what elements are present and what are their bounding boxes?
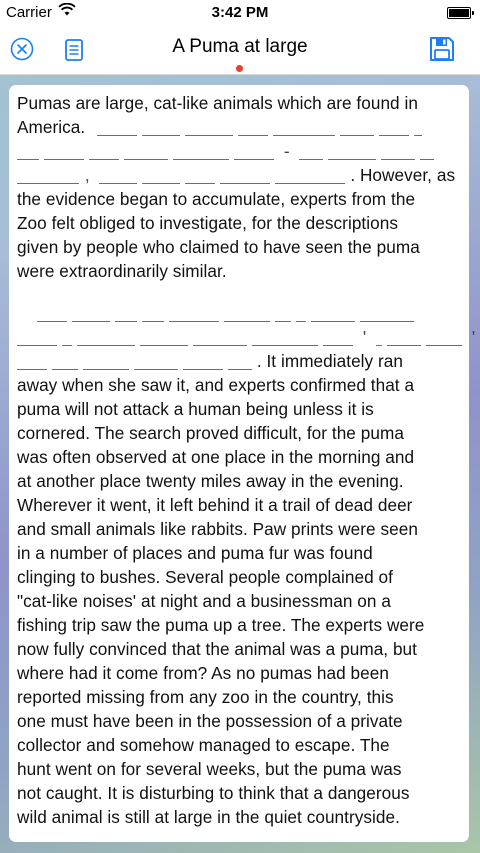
punctuation: , (84, 165, 90, 185)
fill-in-blank-group[interactable] (99, 163, 346, 187)
text-line: fishing trip saw the puma up a tree. The… (17, 615, 425, 635)
text-line: given by people who claimed to have seen… (17, 237, 420, 257)
fill-in-blank-group[interactable] (376, 325, 467, 349)
fill-in-blank-group[interactable] (17, 139, 279, 163)
save-button[interactable] (428, 35, 456, 63)
text-line: reported missing from any zoo in the cou… (17, 687, 394, 707)
line-text: . It immediately ran (256, 351, 404, 371)
fill-in-blank-group[interactable] (17, 349, 252, 373)
text-line: clinging to bushes. Several people compl… (17, 567, 393, 587)
punctuation: ' (362, 327, 367, 347)
text-line: were extraordinarily similar. (17, 261, 227, 281)
text-line: America. (17, 115, 469, 139)
text-line: the evidence began to accumulate, expert… (17, 189, 416, 209)
text-line: hunt went on for several weeks, but the … (17, 759, 402, 779)
passage-text: Pumas are large, cat-like animals which … (17, 91, 475, 829)
punctuation: - (283, 141, 290, 161)
line-text: America. (17, 117, 86, 137)
text-line: away when she saw it, and experts confir… (17, 375, 415, 395)
floppy-disk-save-icon (430, 37, 454, 61)
battery-icon (447, 7, 474, 19)
text-line: wild animal is still at large in the qui… (17, 807, 400, 827)
passage-card: Pumas are large, cat-like animals which … (9, 85, 475, 842)
text-line: was often observed at one place in the m… (17, 447, 415, 467)
text-line: and small animals like rabbits. Paw prin… (17, 519, 418, 539)
text-line: not caught. It is disturbing to think th… (17, 783, 410, 803)
status-bar: Carrier 3:42 PM (0, 0, 480, 26)
fill-in-blank-group[interactable] (90, 115, 427, 139)
text-line: at another place twenty miles away in th… (17, 471, 404, 491)
text-line: Pumas are large, cat-like animals which … (17, 93, 418, 113)
text-line: Wherever it went, it left behind it a tr… (17, 495, 413, 515)
fill-in-blank-group[interactable] (299, 139, 439, 163)
fill-in-blank-group[interactable] (17, 301, 419, 325)
fill-in-blank-group[interactable] (17, 325, 358, 349)
line-text: . However, as (350, 165, 456, 185)
text-line: , . However, as (17, 163, 469, 187)
text-line: collector and somehow managed to escape.… (17, 735, 390, 755)
text-line: where had it come from? As no pumas had … (17, 663, 389, 683)
text-line: one must have been in the possession of … (17, 711, 403, 731)
clock: 3:42 PM (211, 4, 269, 21)
fill-in-blank-group[interactable] (17, 163, 80, 187)
text-line: "cat-like noises' at night and a busines… (17, 591, 391, 611)
navigation-bar: A Puma at large (0, 26, 480, 75)
text-line: now fully convinced that the animal was … (17, 639, 417, 659)
text-line: . It immediately ran (17, 349, 469, 373)
text-line: cornered. The search proved difficult, f… (17, 423, 404, 443)
page-indicator-dot (236, 65, 243, 72)
text-line (17, 301, 469, 325)
punctuation: ' (471, 327, 476, 347)
text-line: Zoo felt obliged to investigate, for the… (17, 213, 398, 233)
text-line: ' ' (17, 325, 475, 349)
text-line: in a number of places and puma fur was f… (17, 543, 373, 563)
text-line: puma will not attack a human being unles… (17, 399, 374, 419)
text-line: - (17, 139, 469, 163)
page-title: A Puma at large (172, 36, 308, 57)
